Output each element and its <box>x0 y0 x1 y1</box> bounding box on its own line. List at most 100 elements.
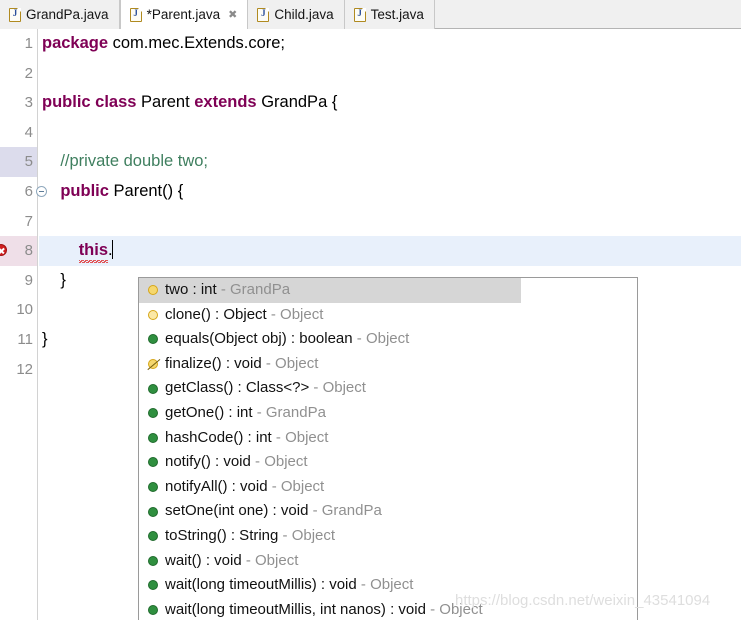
content-assist-owner: - Object <box>266 305 324 323</box>
code-token: //private double two; <box>42 152 209 171</box>
editor-tab-label: Child.java <box>274 7 334 22</box>
gutter-row[interactable]: 12 <box>0 355 37 385</box>
field-icon <box>148 285 158 296</box>
gutter-row[interactable]: 5 <box>0 147 37 177</box>
code-line[interactable] <box>39 207 741 237</box>
content-assist-item[interactable]: wait(long timeoutMillis, int nanos) : vo… <box>139 598 637 620</box>
content-assist-item[interactable]: wait(long timeoutMillis) : void - Object <box>139 573 637 598</box>
content-assist-item[interactable]: wait() : void - Object <box>139 549 637 574</box>
code-token: Parent <box>141 93 195 112</box>
code-token: GrandPa { <box>261 93 338 112</box>
code-line[interactable]: public class Parent extends GrandPa { <box>39 88 741 118</box>
content-assist-owner: - GrandPa <box>216 281 291 298</box>
public-method-icon <box>148 482 158 493</box>
content-assist-item[interactable]: finalize() : void - Object <box>139 352 637 377</box>
content-assist-signature: two : int <box>165 281 217 298</box>
line-number: 8 <box>24 242 33 260</box>
content-assist-item[interactable]: two : int - GrandPa <box>139 278 521 303</box>
gutter-row[interactable]: 3 <box>0 88 37 118</box>
public-method-icon <box>148 531 158 542</box>
code-token: } <box>42 270 66 289</box>
code-token: } <box>42 329 48 348</box>
content-assist-signature: wait() : void <box>165 551 242 569</box>
java-file-icon <box>257 7 270 22</box>
public-method-icon <box>148 506 158 517</box>
line-number: 10 <box>16 301 33 319</box>
line-number: 6 <box>24 182 33 200</box>
content-assist-owner: - Object <box>356 576 414 594</box>
code-token: public <box>42 181 114 200</box>
line-number: 3 <box>24 94 33 112</box>
java-file-icon <box>129 7 142 22</box>
content-assist-item[interactable]: hashCode() : int - Object <box>139 426 637 451</box>
code-line[interactable]: this. <box>39 236 741 266</box>
line-number: 4 <box>24 123 33 141</box>
editor-area: 1 2 3 4 5 6 7 8 9 10 11 12 package com.mec.Extends.… <box>0 29 741 620</box>
public-method-icon <box>148 580 158 591</box>
code-token-error: this <box>78 236 109 266</box>
editor-tab-parentjava[interactable]: *Parent.java ✖ <box>119 0 249 30</box>
code-line[interactable]: //private double two; <box>39 147 741 177</box>
code-line[interactable] <box>39 59 741 89</box>
content-assist-signature: equals(Object obj) : boolean <box>165 330 353 348</box>
line-number: 1 <box>24 35 33 52</box>
public-method-icon <box>148 457 158 468</box>
content-assist-owner: - Object <box>261 354 319 372</box>
code-token: public class <box>42 93 142 112</box>
content-assist-owner: - Object <box>425 600 483 618</box>
content-assist-signature: notifyAll() : void <box>165 477 268 495</box>
gutter-row[interactable]: 7 <box>0 207 37 237</box>
content-assist-owner: - Object <box>241 551 299 569</box>
content-assist-item[interactable]: getClass() : Class<?> - Object <box>139 376 637 401</box>
content-assist-signature: getOne() : int <box>165 403 253 421</box>
content-assist-owner: - Object <box>278 526 336 544</box>
line-number: 11 <box>17 330 33 348</box>
close-icon[interactable]: ✖ <box>228 9 237 20</box>
editor-tab-grandpajava[interactable]: GrandPa.java <box>0 0 120 29</box>
content-assist-owner: - GrandPa <box>308 502 382 520</box>
gutter-row[interactable]: 6 <box>0 177 47 207</box>
content-assist-item[interactable]: notify() : void - Object <box>139 450 637 475</box>
deprecated-method-icon <box>148 359 158 370</box>
content-assist-signature: clone() : Object <box>165 305 267 323</box>
content-assist-owner: - Object <box>250 453 308 471</box>
content-assist-signature: finalize() : void <box>165 354 262 372</box>
gutter-row[interactable]: 1 <box>0 29 37 59</box>
content-assist-signature: setOne(int one) : void <box>165 502 309 520</box>
content-assist-item[interactable]: setOne(int one) : void - GrandPa <box>139 499 637 524</box>
editor-tab-label: GrandPa.java <box>26 7 109 22</box>
content-assist-signature: wait(long timeoutMillis) : void <box>165 576 357 594</box>
gutter-row[interactable]: 9 <box>0 266 37 296</box>
content-assist-item[interactable]: equals(Object obj) : boolean - Object <box>139 327 637 352</box>
content-assist-popup[interactable]: two : int - GrandPa clone() : Object - Ob… <box>138 277 638 620</box>
code-token: extends <box>194 93 262 112</box>
editor-tab-childjava[interactable]: Child.java <box>248 0 345 29</box>
gutter-row[interactable]: 11 <box>0 325 37 355</box>
java-file-icon <box>9 7 21 22</box>
eclipse-editor-window: GrandPa.java *Parent.java ✖ Child.java Test.… <box>0 0 741 620</box>
content-assist-item[interactable]: toString() : String - Object <box>139 524 637 549</box>
content-assist-owner: - Object <box>352 330 410 348</box>
content-assist-item[interactable]: getOne() : int - GrandPa <box>139 401 637 426</box>
line-number: 12 <box>16 360 33 378</box>
content-assist-owner: - GrandPa <box>252 403 326 421</box>
content-assist-item[interactable]: clone() : Object - Object <box>139 303 637 328</box>
code-line[interactable]: public Parent() { <box>39 177 741 207</box>
code-line[interactable]: package com.mec.Extends.core; <box>39 29 741 59</box>
gutter-row[interactable]: 10 <box>0 295 37 325</box>
code-token: Parent() { <box>113 181 184 200</box>
public-method-icon <box>148 555 158 566</box>
public-method-icon <box>148 334 158 345</box>
gutter-row[interactable]: 8 <box>0 236 37 266</box>
editor-tab-testjava[interactable]: Test.java <box>344 0 435 29</box>
line-number-gutter[interactable]: 1 2 3 4 5 6 7 8 9 10 11 12 <box>0 29 47 620</box>
line-number: 5 <box>24 153 33 171</box>
content-assist-owner: - Object <box>271 428 329 446</box>
content-assist-signature: getClass() : Class<?> <box>165 379 310 397</box>
code-line[interactable] <box>39 118 741 148</box>
text-cursor <box>111 240 114 260</box>
content-assist-item[interactable]: notifyAll() : void - Object <box>139 475 637 500</box>
gutter-row[interactable]: 2 <box>0 59 37 89</box>
gutter-row[interactable]: 4 <box>0 118 37 148</box>
